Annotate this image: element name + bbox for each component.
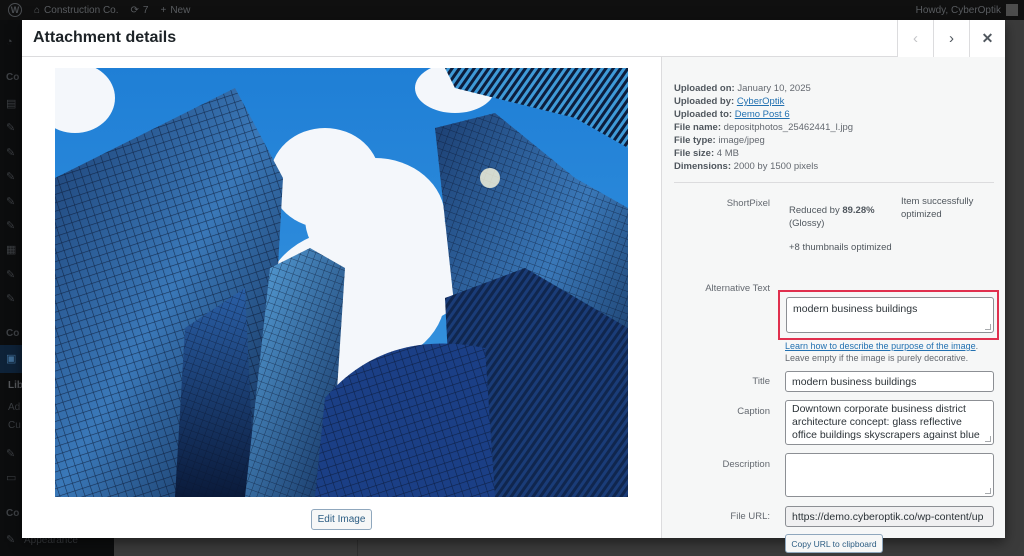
uploaded-by-link[interactable]: CyberOptik	[737, 96, 785, 107]
sidebar-heading: Co	[6, 328, 20, 339]
home-icon: ⌂	[34, 4, 41, 16]
copy-url-button[interactable]: Copy URL to clipboard	[785, 534, 883, 553]
appearance-icon[interactable]: ✎	[6, 534, 18, 546]
divider	[674, 182, 994, 183]
description-field[interactable]	[785, 453, 994, 497]
divider	[357, 540, 358, 556]
caption-field[interactable]: Downtown corporate business district arc…	[785, 400, 994, 445]
calendar-icon[interactable]: ▦	[6, 244, 18, 256]
attachment-details-modal: Attachment details ‹ › ✕ Edit Image Uplo…	[22, 20, 1005, 553]
shortpixel-thumbnails: +8 thumbnails optimized	[789, 242, 892, 253]
sidebar-subitem-library[interactable]: Lib	[8, 380, 23, 391]
dimensions-row: Dimensions: 2000 by 1500 pixels	[674, 161, 819, 172]
pin-icon[interactable]: ✎	[6, 448, 18, 460]
resize-handle-icon[interactable]	[985, 324, 991, 330]
uploaded-on-row: Uploaded on: January 10, 2025	[674, 83, 811, 94]
uploaded-to-row: Uploaded to: Demo Post 6	[674, 109, 790, 120]
new-content-link[interactable]: + New	[160, 5, 190, 16]
modal-title: Attachment details	[33, 29, 177, 46]
shortpixel-status: Item successfully optimized	[901, 196, 974, 220]
resize-handle-icon[interactable]	[985, 488, 991, 494]
modal-header: Attachment details ‹ › ✕	[22, 20, 1005, 57]
edit-image-button[interactable]: Edit Image	[311, 509, 372, 530]
caption-label: Caption	[737, 406, 770, 417]
alt-text-field[interactable]: modern business buildings	[786, 297, 994, 333]
alt-text-help: Learn how to describe the purpose of the…	[785, 341, 979, 363]
uploaded-by-row: Uploaded by: CyberOptik	[674, 96, 785, 107]
alt-text-label: Alternative Text	[705, 283, 770, 294]
title-label: Title	[752, 376, 770, 387]
pages-icon[interactable]: ▤	[6, 98, 18, 110]
sidebar-subitem-custom[interactable]: Cu	[8, 420, 21, 431]
alt-text-help-link[interactable]: Learn how to describe the purpose of the…	[785, 341, 976, 351]
file-name-row: File name: depositphotos_25462441_l.jpg	[674, 122, 854, 133]
file-size-row: File size: 4 MB	[674, 148, 739, 159]
chevron-right-icon: ›	[949, 30, 954, 47]
media-icon: ▣	[6, 353, 17, 365]
resize-handle-icon[interactable]	[985, 436, 991, 442]
file-url-field[interactable]: https://demo.cyberoptik.co/wp-content/up	[785, 506, 994, 527]
admin-bar: W ⌂ Construction Co. ⟳ 7 + New Howdy, Cy…	[0, 0, 1024, 20]
shortpixel-reduction: Reduced by 89.28% (Glossy)	[789, 205, 875, 229]
close-button[interactable]: ✕	[969, 20, 1005, 57]
close-icon: ✕	[981, 30, 994, 46]
site-name-link[interactable]: ⌂ Construction Co.	[34, 5, 119, 16]
shortpixel-label: ShortPixel	[726, 198, 770, 209]
sidebar-heading: Co	[6, 72, 20, 83]
sidebar-heading: Co	[6, 508, 20, 519]
pin-icon[interactable]: ✎	[6, 293, 18, 305]
pin-icon[interactable]: ✎	[6, 269, 18, 281]
my-account-link[interactable]: Howdy, CyberOptik	[916, 0, 1018, 20]
updates-icon: ⟳	[130, 4, 139, 16]
pin-icon[interactable]: ✎	[6, 147, 18, 159]
pin-icon[interactable]: ✎	[6, 171, 18, 183]
chevron-left-icon: ‹	[913, 30, 918, 47]
pin-icon[interactable]: ✎	[6, 196, 18, 208]
attachment-info-panel: Uploaded on: January 10, 2025 Uploaded b…	[661, 57, 1005, 553]
pin-icon[interactable]: ✎	[6, 220, 18, 232]
next-button[interactable]: ›	[933, 20, 969, 57]
avatar	[1006, 4, 1018, 16]
uploaded-to-link[interactable]: Demo Post 6	[735, 109, 790, 120]
wordpress-logo-icon[interactable]: W	[8, 3, 22, 17]
sidebar-subitem-add[interactable]: Ad	[8, 402, 20, 413]
file-type-row: File type: image/jpeg	[674, 135, 765, 146]
title-field[interactable]: modern business buildings	[785, 371, 994, 392]
plus-icon: +	[160, 4, 167, 16]
pin-icon[interactable]: ✎	[6, 122, 18, 134]
attachment-image	[55, 68, 628, 497]
file-url-label: File URL:	[730, 511, 770, 522]
forms-icon[interactable]: ▭	[6, 472, 18, 484]
previous-button[interactable]: ‹	[897, 20, 933, 57]
file-metadata: Uploaded on: January 10, 2025 Uploaded b…	[674, 82, 853, 173]
dashboard-icon[interactable]: ◔	[6, 36, 18, 48]
media-preview-area: Edit Image	[22, 57, 661, 538]
updates-link[interactable]: ⟳ 7	[131, 5, 149, 16]
description-label: Description	[722, 459, 770, 470]
